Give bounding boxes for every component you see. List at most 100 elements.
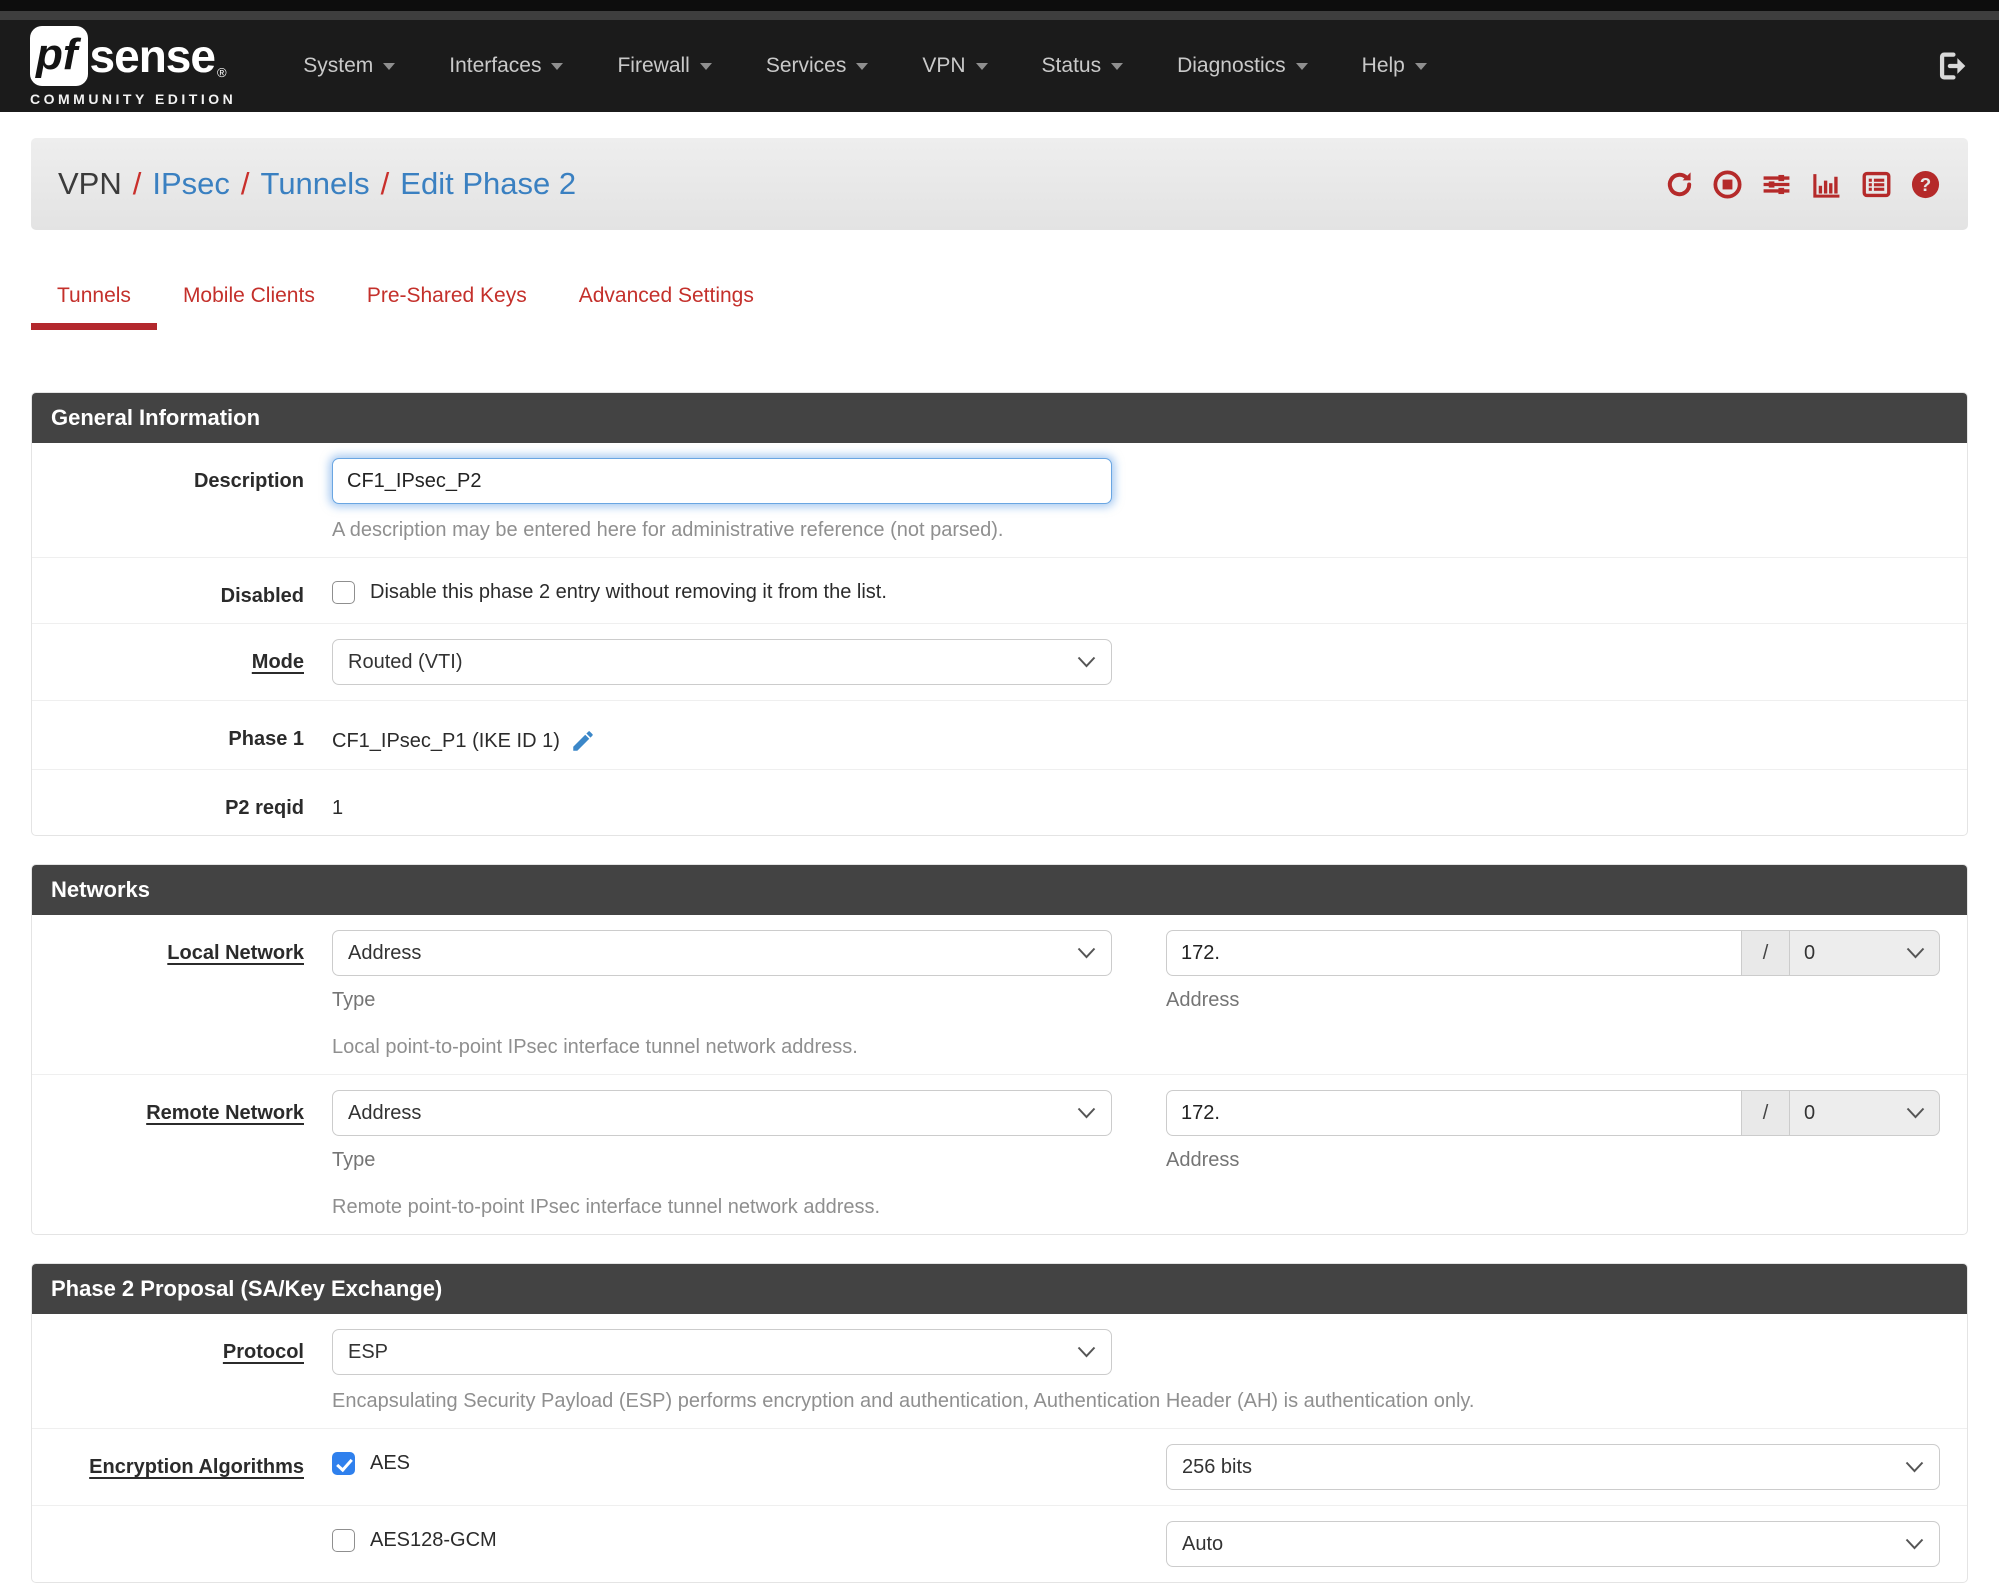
remote-network-type-select[interactable]: Address: [332, 1090, 1112, 1136]
chevron-down-icon: [383, 62, 396, 70]
nav-item-status[interactable]: Status: [1015, 20, 1151, 112]
chevron-down-icon: [699, 62, 712, 70]
page-content: VPN / IPsec / Tunnels / Edit Phase 2 ? T…: [31, 138, 1968, 1583]
remote-network-help-text: Remote point-to-point IPsec interface tu…: [332, 1196, 881, 1218]
logout-icon[interactable]: [1935, 49, 1969, 83]
local-network-help-text: Local point-to-point IPsec interface tun…: [332, 1036, 858, 1058]
phase1-value: CF1_IPsec_P1 (IKE ID 1): [332, 729, 560, 752]
section-title-general-information: General Information: [32, 393, 1967, 443]
protocol-row: Protocol ESP Encapsulating Security Payl…: [32, 1314, 1967, 1428]
local-network-prefix-select[interactable]: 0: [1790, 930, 1940, 976]
nav-item-label: Interfaces: [449, 54, 542, 77]
svg-text:?: ?: [1920, 173, 1931, 194]
help-icon[interactable]: ?: [1910, 169, 1941, 200]
general-information-panel: General Information Description A descri…: [31, 392, 1968, 836]
pfsense-logo[interactable]: pf sense ® COMMUNITY EDITION: [30, 25, 237, 107]
top-navbar: pf sense ® COMMUNITY EDITION System Inte…: [0, 20, 1999, 112]
protocol-help-text: Encapsulating Security Payload (ESP) per…: [332, 1390, 1475, 1412]
protocol-select[interactable]: ESP: [332, 1329, 1112, 1375]
description-row: Description A description may be entered…: [32, 443, 1967, 557]
mode-row: Mode Routed (VTI): [32, 623, 1967, 700]
nav-item-label: Firewall: [617, 54, 690, 77]
mode-label: Mode: [251, 651, 304, 673]
breadcrumb-tunnels[interactable]: Tunnels: [261, 166, 370, 202]
breadcrumb-separator: /: [380, 166, 390, 201]
section-title-phase2-proposal: Phase 2 Proposal (SA/Key Exchange): [32, 1264, 1967, 1314]
nav-item-label: Status: [1041, 54, 1102, 77]
disabled-label: Disabled: [220, 585, 304, 607]
breadcrumb: VPN / IPsec / Tunnels / Edit Phase 2 ?: [31, 138, 1968, 230]
log-icon[interactable]: [1860, 169, 1893, 200]
encryption-aes128gcm-row: AES128-GCM Auto: [32, 1505, 1967, 1582]
remote-network-address-caption: Address: [1166, 1149, 1240, 1171]
p2reqid-value: 1: [332, 797, 344, 819]
local-network-label: Local Network: [167, 942, 304, 964]
local-network-type-caption: Type: [332, 989, 376, 1011]
phase2-proposal-panel: Phase 2 Proposal (SA/Key Exchange) Proto…: [31, 1263, 1968, 1583]
nav-item-diagnostics[interactable]: Diagnostics: [1150, 20, 1335, 112]
community-edition-label: COMMUNITY EDITION: [30, 90, 237, 107]
aes128gcm-checkbox-group: AES128-GCM: [332, 1521, 1112, 1552]
aes128gcm-key-length-select[interactable]: Auto: [1166, 1521, 1940, 1567]
remote-network-address-input[interactable]: [1166, 1090, 1742, 1136]
chevron-down-icon: [856, 62, 869, 70]
nav-item-label: Diagnostics: [1177, 54, 1286, 77]
tab-tunnels[interactable]: Tunnels: [31, 270, 157, 330]
tab-advanced-settings[interactable]: Advanced Settings: [553, 270, 780, 330]
nav-item-services[interactable]: Services: [739, 20, 896, 112]
description-input[interactable]: [332, 458, 1112, 504]
chevron-down-icon: [551, 62, 564, 70]
chevron-down-icon: [1906, 1107, 1925, 1119]
phase1-label: Phase 1: [228, 728, 304, 750]
disabled-checkbox[interactable]: [332, 581, 355, 604]
remote-network-address-group: / 0: [1166, 1090, 1940, 1136]
chevron-down-icon: [1414, 62, 1427, 70]
chevron-down-icon: [1077, 947, 1096, 959]
breadcrumb-separator: /: [240, 166, 250, 201]
aes128gcm-key-length-value: Auto: [1182, 1532, 1224, 1555]
chevron-down-icon: [1905, 1461, 1924, 1473]
aes128gcm-checkbox[interactable]: [332, 1529, 355, 1552]
mode-select[interactable]: Routed (VTI): [332, 639, 1112, 685]
aes-checkbox[interactable]: [332, 1452, 355, 1475]
mode-select-value: Routed (VTI): [348, 650, 463, 673]
edit-pencil-icon[interactable]: [570, 728, 596, 754]
tab-pre-shared-keys[interactable]: Pre-Shared Keys: [341, 270, 553, 330]
nav-item-firewall[interactable]: Firewall: [590, 20, 738, 112]
refresh-icon[interactable]: [1664, 169, 1695, 200]
bar-chart-icon[interactable]: [1810, 169, 1843, 200]
tab-mobile-clients[interactable]: Mobile Clients: [157, 270, 341, 330]
breadcrumb-ipsec[interactable]: IPsec: [152, 166, 230, 202]
aes-key-length-select[interactable]: 256 bits: [1166, 1444, 1940, 1490]
description-help-text: A description may be entered here for ad…: [332, 519, 1004, 541]
nav-item-vpn[interactable]: VPN: [895, 20, 1014, 112]
stop-icon[interactable]: [1712, 169, 1743, 200]
phase1-row: Phase 1 CF1_IPsec_P1 (IKE ID 1): [32, 700, 1967, 769]
aes128gcm-checkbox-label: AES128-GCM: [370, 1529, 497, 1551]
slash-separator: /: [1742, 930, 1790, 976]
nav-item-label: Help: [1361, 54, 1405, 77]
local-network-address-group: / 0: [1166, 930, 1940, 976]
remote-network-type-caption: Type: [332, 1149, 376, 1171]
nav-item-label: System: [303, 54, 374, 77]
remote-network-prefix-value: 0: [1804, 1101, 1816, 1124]
main-menu: System Interfaces Firewall Services VPN …: [276, 20, 1454, 112]
local-network-row: Local Network Address /: [32, 915, 1967, 1074]
sliders-icon[interactable]: [1760, 169, 1793, 200]
section-title-networks: Networks: [32, 865, 1967, 915]
description-label: Description: [193, 470, 304, 492]
breadcrumb-edit-phase-2[interactable]: Edit Phase 2: [400, 166, 576, 202]
chevron-down-icon: [1905, 1538, 1924, 1550]
aes-checkbox-label: AES: [370, 1452, 411, 1474]
nav-item-interfaces[interactable]: Interfaces: [422, 20, 590, 112]
local-network-type-select[interactable]: Address: [332, 930, 1112, 976]
nav-item-help[interactable]: Help: [1335, 20, 1454, 112]
nav-item-system[interactable]: System: [276, 20, 422, 112]
remote-network-row: Remote Network Address /: [32, 1074, 1967, 1234]
local-network-address-input[interactable]: [1166, 930, 1742, 976]
local-network-type-value: Address: [348, 941, 422, 964]
empty-label: [32, 1521, 332, 1567]
page-tabs: Tunnels Mobile Clients Pre-Shared Keys A…: [31, 270, 1968, 330]
chevron-down-icon: [975, 62, 988, 70]
remote-network-prefix-select[interactable]: 0: [1790, 1090, 1940, 1136]
